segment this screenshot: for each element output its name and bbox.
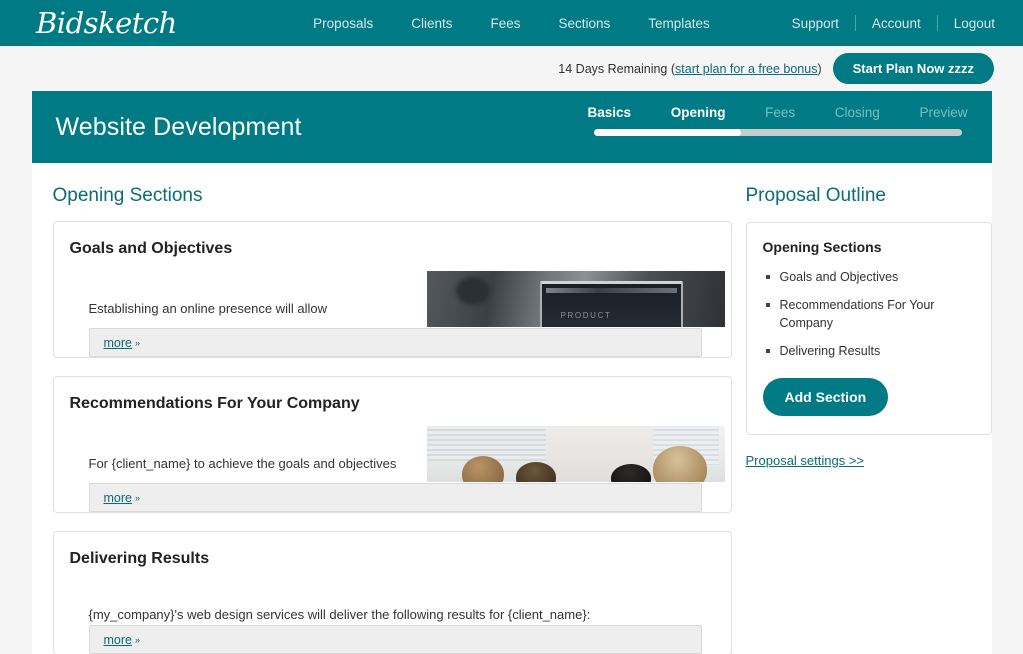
outline-item[interactable]: Goals and Objectives bbox=[763, 268, 975, 286]
trial-status-bar: 14 Days Remaining (start plan for a free… bbox=[0, 46, 1023, 91]
section-more-bar[interactable]: more » bbox=[89, 328, 702, 357]
section-image bbox=[427, 426, 725, 482]
office-meeting-photo bbox=[427, 426, 725, 482]
section-card[interactable]: Goals and Objectives PRODUCT Establishin… bbox=[53, 221, 732, 358]
nav-item-logout[interactable]: Logout bbox=[938, 16, 995, 31]
nav-item-templates[interactable]: Templates bbox=[648, 16, 710, 31]
tab-opening[interactable]: Opening bbox=[671, 105, 726, 120]
nav-item-account[interactable]: Account bbox=[856, 16, 937, 31]
page-title: Website Development bbox=[56, 113, 302, 142]
section-card-title: Recommendations For Your Company bbox=[54, 377, 731, 413]
section-card-body: For {client_name} to achieve the goals a… bbox=[54, 426, 731, 512]
tab-fees[interactable]: Fees bbox=[765, 105, 795, 120]
section-card[interactable]: Delivering Results {my_company}'s web de… bbox=[53, 531, 732, 654]
proposal-settings-link[interactable]: Proposal settings >> bbox=[746, 453, 865, 468]
trial-prefix-text: 14 Days Remaining ( bbox=[558, 62, 675, 76]
photo-blur-blob bbox=[456, 277, 490, 305]
nav-item-sections[interactable]: Sections bbox=[559, 16, 611, 31]
nav-item-proposals[interactable]: Proposals bbox=[313, 16, 373, 31]
laptop-product-photo: PRODUCT bbox=[427, 271, 725, 327]
section-card[interactable]: Recommendations For Your Company bbox=[53, 376, 732, 513]
section-more-bar[interactable]: more » bbox=[89, 625, 702, 654]
chevron-right-icon: » bbox=[135, 338, 140, 348]
section-card-title: Delivering Results bbox=[54, 532, 731, 568]
add-section-button[interactable]: Add Section bbox=[763, 378, 889, 416]
page-wrapper: Website Development Basics Opening Fees … bbox=[32, 91, 992, 654]
account-nav: Support Account Logout bbox=[776, 15, 995, 31]
proposal-content: Opening Sections Goals and Objectives PR… bbox=[32, 163, 992, 654]
outline-item[interactable]: Recommendations For Your Company bbox=[763, 296, 975, 332]
section-card-body: PRODUCT Establishing an online presence … bbox=[54, 271, 731, 357]
section-more-bar[interactable]: more » bbox=[89, 483, 702, 512]
more-link[interactable]: more bbox=[104, 491, 132, 505]
chevron-right-icon: » bbox=[135, 635, 140, 645]
proposal-header: Website Development Basics Opening Fees … bbox=[32, 91, 992, 163]
section-card-body: {my_company}'s web design services will … bbox=[54, 581, 731, 654]
top-navigation-bar: Bidsketch Proposals Clients Fees Section… bbox=[0, 0, 1023, 46]
section-image: PRODUCT bbox=[427, 271, 725, 327]
proposal-outline-heading: Proposal Outline bbox=[746, 185, 992, 207]
outline-card: Opening Sections Goals and Objectives Re… bbox=[746, 222, 992, 435]
opening-sections-heading: Opening Sections bbox=[53, 185, 732, 207]
more-link[interactable]: more bbox=[104, 633, 132, 647]
outline-item-list: Goals and Objectives Recommendations For… bbox=[763, 268, 975, 360]
start-plan-now-button[interactable]: Start Plan Now zzzz bbox=[833, 53, 994, 84]
section-card-text: {my_company}'s web design services will … bbox=[89, 604, 709, 625]
more-link[interactable]: more bbox=[104, 336, 132, 350]
trial-days-remaining: 14 Days Remaining (start plan for a free… bbox=[558, 62, 821, 76]
outline-item[interactable]: Delivering Results bbox=[763, 342, 975, 360]
laptop-screen bbox=[540, 281, 683, 327]
tab-preview[interactable]: Preview bbox=[919, 105, 967, 120]
nav-item-clients[interactable]: Clients bbox=[411, 16, 452, 31]
tab-closing[interactable]: Closing bbox=[835, 105, 880, 120]
proposal-step-nav: Basics Opening Fees Closing Preview bbox=[588, 105, 968, 136]
bidsketch-logo[interactable]: Bidsketch bbox=[36, 6, 177, 40]
opening-sections-column: Opening Sections Goals and Objectives PR… bbox=[32, 163, 732, 654]
nav-item-fees[interactable]: Fees bbox=[490, 16, 520, 31]
outline-card-title: Opening Sections bbox=[763, 239, 975, 255]
section-card-text: For {client_name} to achieve the goals a… bbox=[89, 453, 419, 474]
progress-bar bbox=[594, 129, 962, 136]
photo-caption: PRODUCT bbox=[561, 311, 612, 320]
nav-item-support[interactable]: Support bbox=[776, 16, 855, 31]
tab-basics[interactable]: Basics bbox=[588, 105, 632, 120]
progress-bar-fill bbox=[594, 129, 741, 136]
section-card-text: Establishing an online presence will all… bbox=[89, 298, 419, 319]
chevron-right-icon: » bbox=[135, 493, 140, 503]
start-plan-link[interactable]: start plan for a free bonus bbox=[675, 62, 817, 76]
proposal-outline-column: Proposal Outline Opening Sections Goals … bbox=[732, 163, 992, 654]
trial-suffix-text: ) bbox=[817, 62, 821, 76]
section-card-title: Goals and Objectives bbox=[54, 222, 731, 258]
